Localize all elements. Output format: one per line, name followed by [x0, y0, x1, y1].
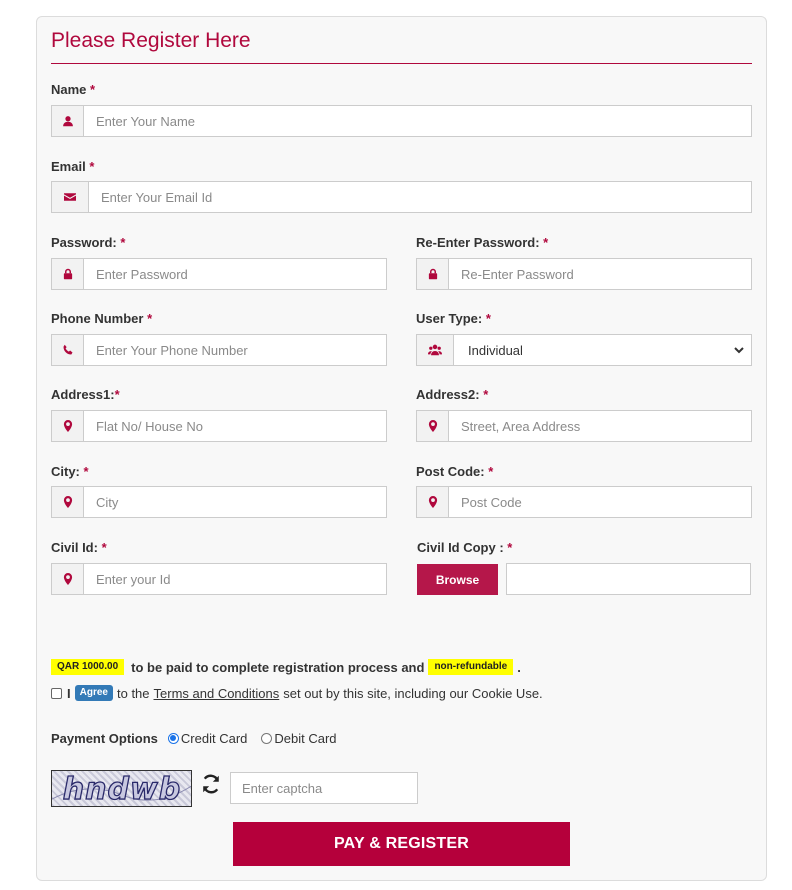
email-input[interactable] [89, 182, 751, 212]
fee-amount-badge: QAR 1000.00 [51, 659, 125, 675]
civilidcopy-file-field[interactable] [506, 563, 751, 595]
email-label-text: Email [51, 159, 86, 174]
required-marker: * [485, 311, 491, 326]
chevron-down-icon [734, 347, 744, 354]
captcha-image: hndwb [51, 770, 192, 807]
required-marker: * [507, 540, 513, 555]
lock-icon [417, 259, 449, 289]
captcha-input[interactable] [230, 772, 418, 804]
envelope-icon [52, 182, 89, 212]
required-marker: * [101, 540, 107, 555]
email-input-group [51, 181, 752, 213]
phone-label-text: Phone Number [51, 311, 144, 326]
required-marker: * [89, 159, 95, 174]
phone-label: Phone Number * [51, 311, 152, 326]
terms-to-the: to the [116, 685, 150, 701]
postcode-input-group [416, 486, 752, 518]
phone-icon [52, 335, 84, 365]
password-input[interactable] [84, 259, 386, 289]
map-marker-icon [417, 411, 449, 441]
usertype-label: User Type: * [416, 311, 491, 326]
civilid-input[interactable] [84, 564, 386, 594]
repassword-label: Re-Enter Password: * [416, 235, 548, 250]
usertype-select[interactable]: Individual [454, 335, 751, 365]
address1-label: Address1:* [51, 387, 120, 402]
form-title: Please Register Here [51, 29, 251, 52]
repassword-label-text: Re-Enter Password: [416, 235, 540, 250]
fee-notice: QAR 1000.00 to be paid to complete regis… [51, 658, 521, 676]
name-input-group [51, 105, 752, 137]
registration-card [36, 16, 767, 881]
fee-end: . [517, 659, 521, 675]
required-marker: * [90, 82, 96, 97]
terms-row: I Agree to the Terms and Conditions set … [51, 684, 543, 702]
email-label: Email * [51, 159, 94, 174]
required-marker: * [83, 464, 89, 479]
name-label-text: Name [51, 82, 87, 97]
civilidcopy-label-text: Civil Id Copy : [417, 540, 504, 555]
users-icon [417, 335, 454, 365]
terms-link[interactable]: Terms and Conditions [154, 686, 280, 701]
phone-input[interactable] [84, 335, 386, 365]
terms-suffix: set out by this site, including our Cook… [283, 685, 543, 701]
usertype-label-text: User Type: [416, 311, 483, 326]
name-input[interactable] [84, 106, 751, 136]
repassword-input[interactable] [449, 259, 751, 289]
address1-input-group [51, 410, 387, 442]
required-marker: * [488, 464, 494, 479]
civilid-label: Civil Id: * [51, 540, 107, 555]
required-marker: * [543, 235, 549, 250]
postcode-label: Post Code: * [416, 464, 493, 479]
payment-options: Payment Options Credit Card Debit Card [51, 729, 337, 747]
payment-options-label: Payment Options [51, 730, 158, 746]
usertype-selected-value: Individual [468, 342, 523, 358]
password-label-text: Password: [51, 235, 117, 250]
debit-card-label: Debit Card [274, 730, 337, 746]
address1-label-text: Address1: [51, 387, 115, 402]
captcha-text: hndwb [63, 772, 181, 807]
credit-card-label: Credit Card [180, 730, 248, 746]
address2-label-text: Address2: [416, 387, 480, 402]
civilid-label-text: Civil Id: [51, 540, 98, 555]
password-label: Password: * [51, 235, 125, 250]
address2-input-group [416, 410, 752, 442]
credit-card-radio[interactable] [167, 732, 179, 744]
address1-input[interactable] [84, 411, 386, 441]
civilid-input-group [51, 563, 387, 595]
user-icon [52, 106, 84, 136]
city-label-text: City: [51, 464, 80, 479]
map-marker-icon [52, 487, 84, 517]
required-marker: * [147, 311, 153, 326]
fee-text: to be paid to complete registration proc… [131, 659, 425, 675]
map-marker-icon [52, 411, 84, 441]
city-label: City: * [51, 464, 89, 479]
name-label: Name * [51, 82, 95, 97]
city-input[interactable] [84, 487, 386, 517]
phone-input-group [51, 334, 387, 366]
postcode-input[interactable] [449, 487, 751, 517]
terms-prefix: I [67, 685, 71, 701]
usertype-select-group: Individual [416, 334, 752, 366]
required-marker: * [114, 387, 120, 402]
address2-input[interactable] [449, 411, 751, 441]
terms-checkbox[interactable] [51, 687, 62, 699]
non-refundable-badge: non-refundable [428, 659, 514, 675]
repassword-input-group [416, 258, 752, 290]
map-marker-icon [52, 564, 84, 594]
civilidcopy-label: Civil Id Copy : * [417, 540, 512, 555]
debit-card-radio[interactable] [261, 732, 273, 744]
required-marker: * [120, 235, 126, 250]
required-marker: * [483, 387, 489, 402]
postcode-label-text: Post Code: [416, 464, 485, 479]
password-input-group [51, 258, 387, 290]
address2-label: Address2: * [416, 387, 488, 402]
city-input-group [51, 486, 387, 518]
browse-button[interactable]: Browse [417, 564, 498, 595]
refresh-icon[interactable] [200, 773, 222, 795]
map-marker-icon [417, 487, 449, 517]
lock-icon [52, 259, 84, 289]
title-divider [51, 63, 752, 64]
agree-badge: Agree [74, 685, 113, 701]
pay-register-button[interactable]: PAY & REGISTER [233, 822, 570, 866]
